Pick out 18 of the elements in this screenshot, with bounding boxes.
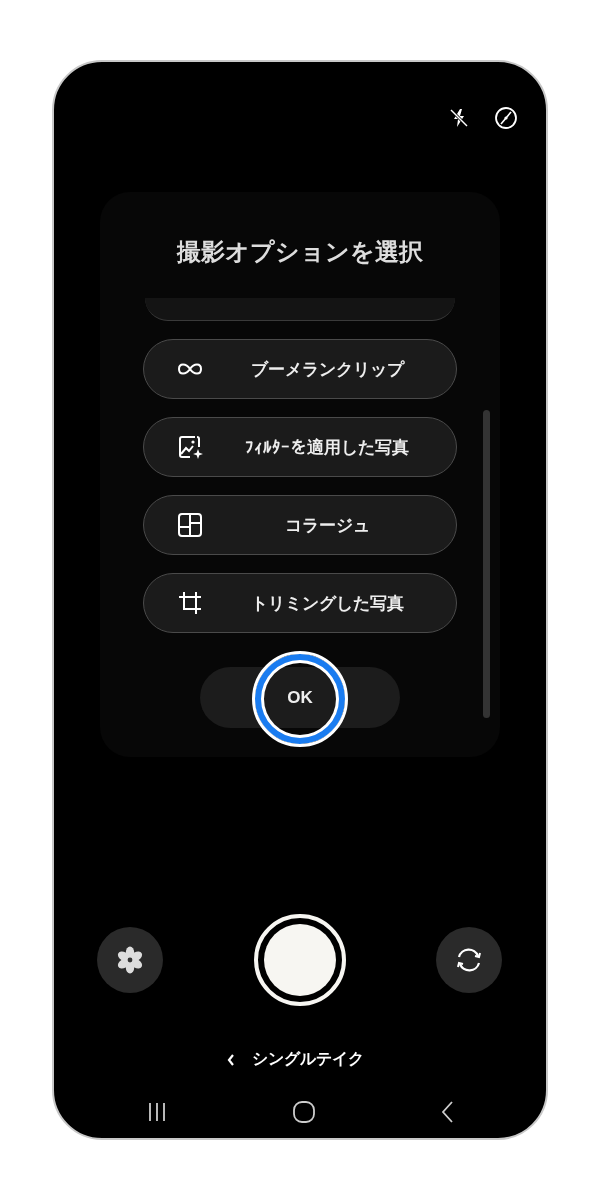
grid-icon: [176, 511, 204, 539]
option-button[interactable]: コラージュ: [143, 495, 457, 555]
image-sparkle-icon: [176, 433, 204, 461]
flash-off-icon[interactable]: [447, 106, 471, 130]
flower-icon: [115, 945, 145, 975]
crop-icon: [176, 589, 204, 617]
option-button[interactable]: ブーメランクリップ: [143, 339, 457, 399]
back-icon[interactable]: [440, 1100, 454, 1124]
mode-label[interactable]: シングルテイク: [252, 1049, 364, 1070]
scrollbar[interactable]: [483, 410, 490, 718]
chevron-left-icon[interactable]: [226, 1052, 236, 1067]
option-button[interactable]: トリミングした写真: [143, 573, 457, 633]
recent-apps-icon[interactable]: [146, 1101, 168, 1123]
option-button[interactable]: ﾌｨﾙﾀｰを適用した写真: [143, 417, 457, 477]
home-icon[interactable]: [292, 1100, 316, 1124]
crossed-circle-icon[interactable]: [494, 106, 518, 130]
ok-button[interactable]: OK: [200, 667, 400, 728]
dialog-title: 撮影オプションを選択: [177, 237, 423, 268]
